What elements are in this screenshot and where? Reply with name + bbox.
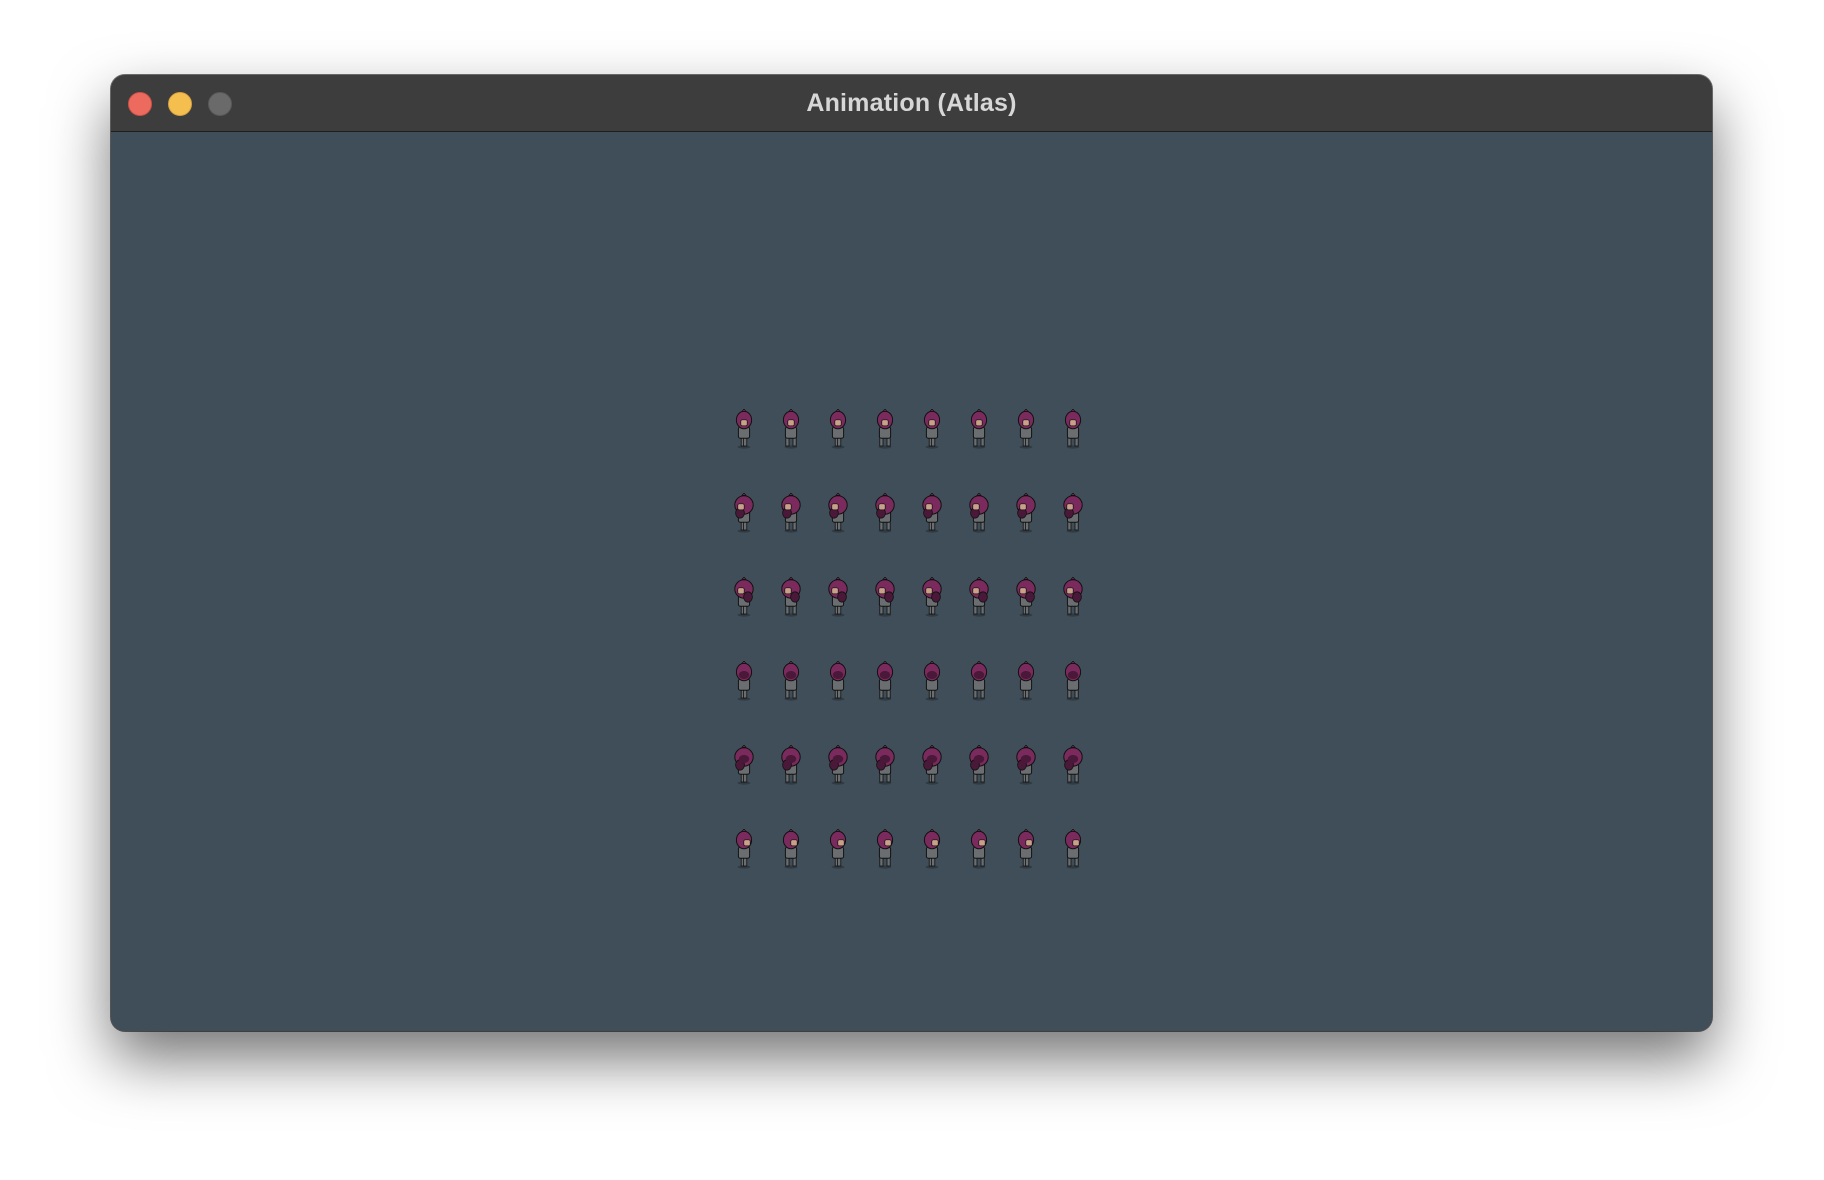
sprite-frame (730, 577, 758, 617)
sprite-frame (824, 745, 852, 785)
sprite-frame (871, 577, 899, 617)
sprite-frame (1012, 745, 1040, 785)
sprite-frame (1012, 409, 1040, 449)
sprite-frame (918, 829, 946, 869)
sprite-frame (918, 745, 946, 785)
sprite-frame (730, 745, 758, 785)
sprite-frame (730, 661, 758, 701)
sprite-frame (965, 829, 993, 869)
window-title: Animation (Atlas) (806, 89, 1017, 117)
app-window: Animation (Atlas) (111, 75, 1712, 1031)
sprite-frame (824, 661, 852, 701)
sprite-frame (965, 577, 993, 617)
sprite-frame (777, 409, 805, 449)
sprite-frame (871, 661, 899, 701)
sprite-atlas-grid (730, 409, 1086, 869)
sprite-frame (730, 409, 758, 449)
sprite-frame (824, 493, 852, 533)
sprite-frame (871, 745, 899, 785)
sprite-frame (1012, 577, 1040, 617)
sprite-frame (965, 745, 993, 785)
sprite-frame (1059, 493, 1087, 533)
sprite-frame (1012, 661, 1040, 701)
sprite-frame (1012, 829, 1040, 869)
sprite-frame (965, 661, 993, 701)
sprite-frame (824, 409, 852, 449)
sprite-frame (918, 493, 946, 533)
sprite-frame (1059, 409, 1087, 449)
sprite-frame (1059, 829, 1087, 869)
game-canvas[interactable] (111, 132, 1712, 1031)
sprite-frame (918, 577, 946, 617)
sprite-frame (871, 829, 899, 869)
sprite-frame (871, 409, 899, 449)
sprite-frame (1012, 493, 1040, 533)
sprite-frame (871, 493, 899, 533)
sprite-frame (730, 493, 758, 533)
sprite-frame (918, 661, 946, 701)
sprite-frame (1059, 577, 1087, 617)
sprite-frame (777, 577, 805, 617)
sprite-frame (965, 493, 993, 533)
sprite-frame (824, 577, 852, 617)
sprite-frame (777, 829, 805, 869)
sprite-frame (777, 493, 805, 533)
sprite-frame (918, 409, 946, 449)
sprite-frame (777, 661, 805, 701)
sprite-frame (777, 745, 805, 785)
title-bar[interactable]: Animation (Atlas) (111, 75, 1712, 132)
sprite-frame (1059, 745, 1087, 785)
sprite-frame (824, 829, 852, 869)
sprite-frame (730, 829, 758, 869)
sprite-frame (965, 409, 993, 449)
sprite-frame (1059, 661, 1087, 701)
